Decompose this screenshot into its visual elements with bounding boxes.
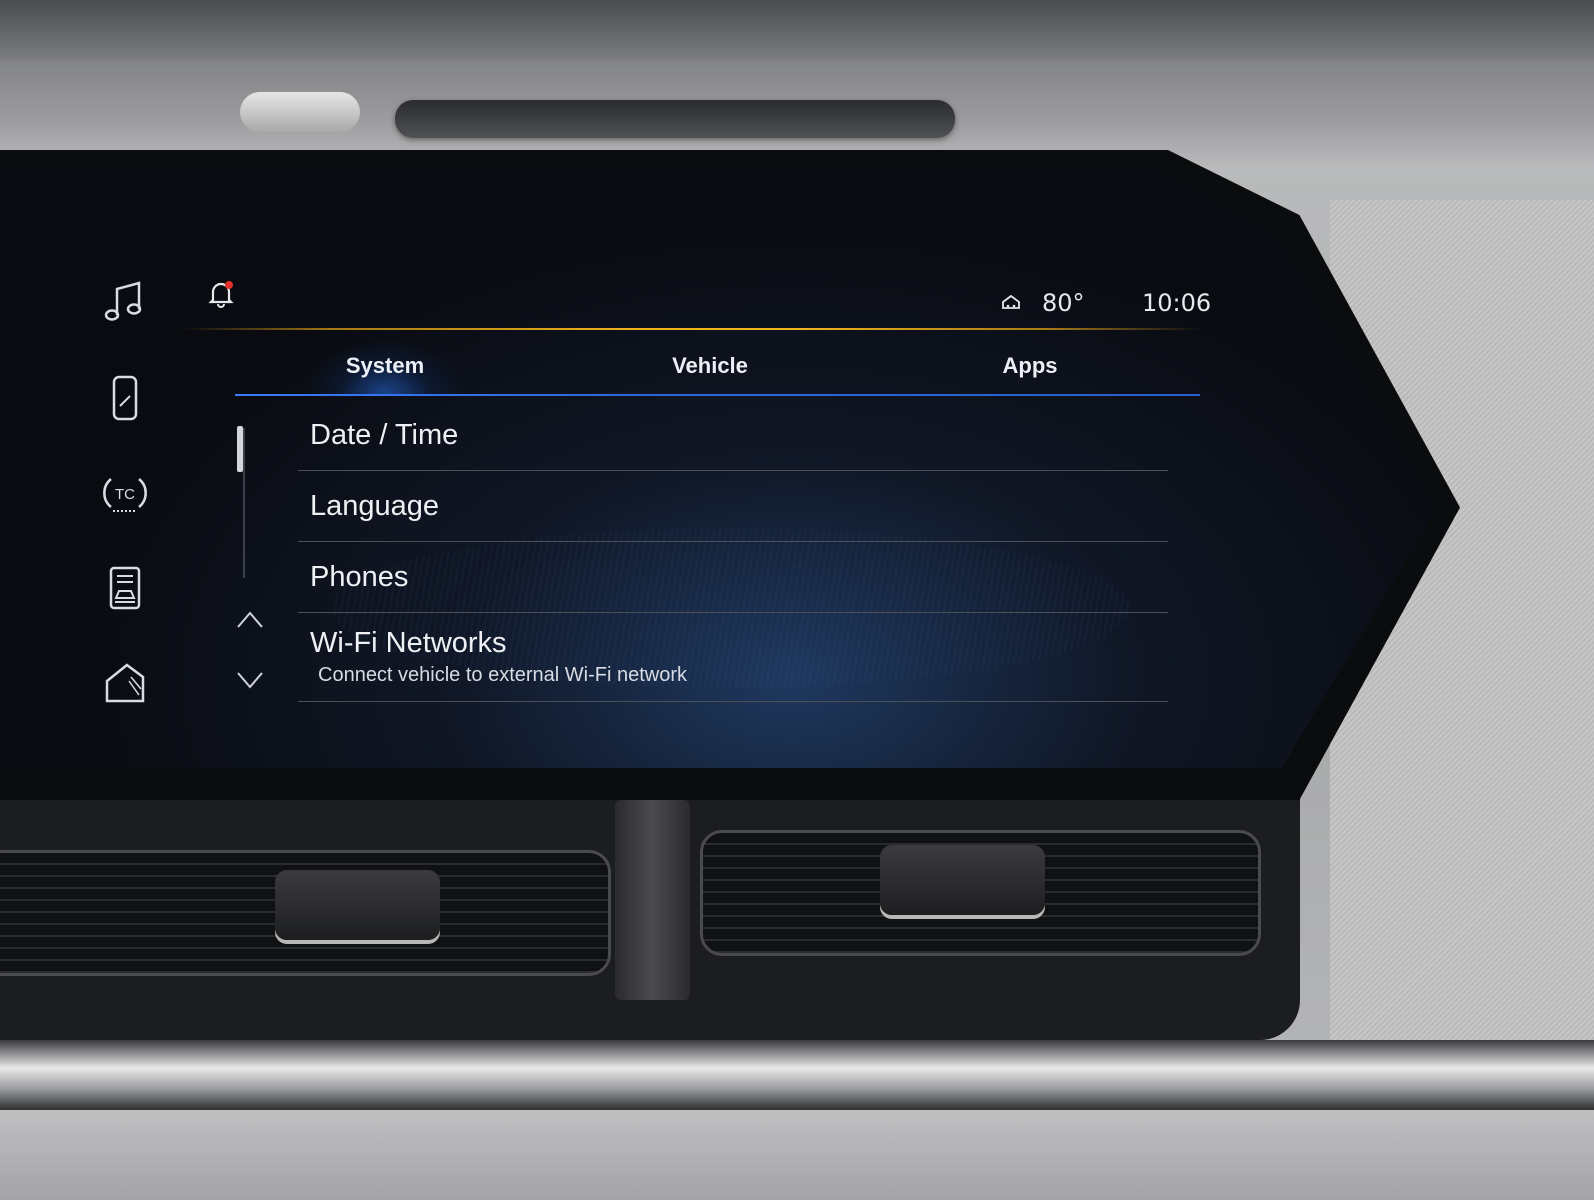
tab-apps[interactable]: Apps bbox=[950, 338, 1110, 394]
dash-vent-slot bbox=[395, 100, 955, 138]
scroll-up-button[interactable] bbox=[235, 608, 265, 632]
notification-dot bbox=[225, 281, 233, 289]
infotainment-screen: TC 80° 10:06 System Vehicle Apps Date / … bbox=[0, 168, 1440, 768]
car-location-icon bbox=[1002, 294, 1020, 309]
scroll-thumb[interactable] bbox=[237, 426, 243, 472]
status-divider bbox=[182, 328, 1202, 330]
list-item-phones[interactable]: Phones bbox=[298, 542, 1168, 613]
list-item-language[interactable]: Language bbox=[298, 471, 1168, 542]
list-item-wifi-networks[interactable]: Wi-Fi Networks Connect vehicle to extern… bbox=[298, 613, 1168, 702]
list-item-title: Phones bbox=[310, 560, 409, 593]
air-vent-area bbox=[0, 790, 1300, 1040]
tab-vehicle[interactable]: Vehicle bbox=[630, 338, 790, 394]
bell-icon bbox=[208, 281, 234, 308]
rail-traction-control-button[interactable]: TC bbox=[90, 463, 160, 523]
rail-vehicle-info-button[interactable] bbox=[90, 558, 160, 618]
list-item-title: Language bbox=[310, 489, 440, 522]
list-item-subtitle: Connect vehicle to external Wi-Fi networ… bbox=[318, 664, 688, 686]
vent-adjust-tab-left bbox=[275, 870, 440, 940]
vent-adjust-tab-right bbox=[880, 845, 1045, 915]
phone-icon bbox=[112, 375, 138, 421]
tab-system[interactable]: System bbox=[305, 338, 465, 394]
home-icon bbox=[105, 663, 145, 703]
outside-temperature: 80° bbox=[1042, 289, 1085, 317]
car-dashboard-photo: TC 80° 10:06 System Vehicle Apps Date / … bbox=[0, 0, 1594, 1200]
rail-home-button[interactable] bbox=[90, 653, 160, 713]
windshield-edge bbox=[0, 0, 1594, 60]
settings-list: Date / Time Language Phones Wi-Fi Networ… bbox=[298, 400, 1168, 702]
lower-dash bbox=[0, 1110, 1594, 1200]
scroll-track bbox=[243, 428, 245, 578]
list-item-date-time[interactable]: Date / Time bbox=[298, 400, 1168, 471]
chrome-trim bbox=[0, 1040, 1594, 1110]
vehicle-info-icon bbox=[109, 566, 141, 610]
air-vent-divider bbox=[615, 800, 690, 1000]
dash-knob bbox=[240, 92, 360, 132]
scroll-down-button[interactable] bbox=[235, 668, 265, 692]
chevron-down-icon bbox=[237, 672, 263, 689]
left-rail: TC bbox=[90, 268, 170, 718]
list-item-title: Wi-Fi Networks bbox=[310, 627, 507, 659]
settings-tabs: System Vehicle Apps bbox=[235, 338, 1200, 394]
clock: 10:06 bbox=[1142, 289, 1212, 317]
rail-audio-button[interactable] bbox=[90, 273, 160, 333]
list-item-title: Date / Time bbox=[310, 418, 459, 451]
notifications-button[interactable] bbox=[205, 278, 237, 310]
traction-control-icon: TC bbox=[103, 478, 147, 512]
tab-underline bbox=[235, 394, 1200, 396]
svg-text:TC: TC bbox=[115, 486, 135, 503]
chevron-up-icon bbox=[237, 611, 263, 628]
music-note-icon bbox=[104, 281, 142, 321]
rail-phone-button[interactable] bbox=[90, 368, 160, 428]
status-bar: 80° 10:06 bbox=[1000, 283, 1222, 323]
